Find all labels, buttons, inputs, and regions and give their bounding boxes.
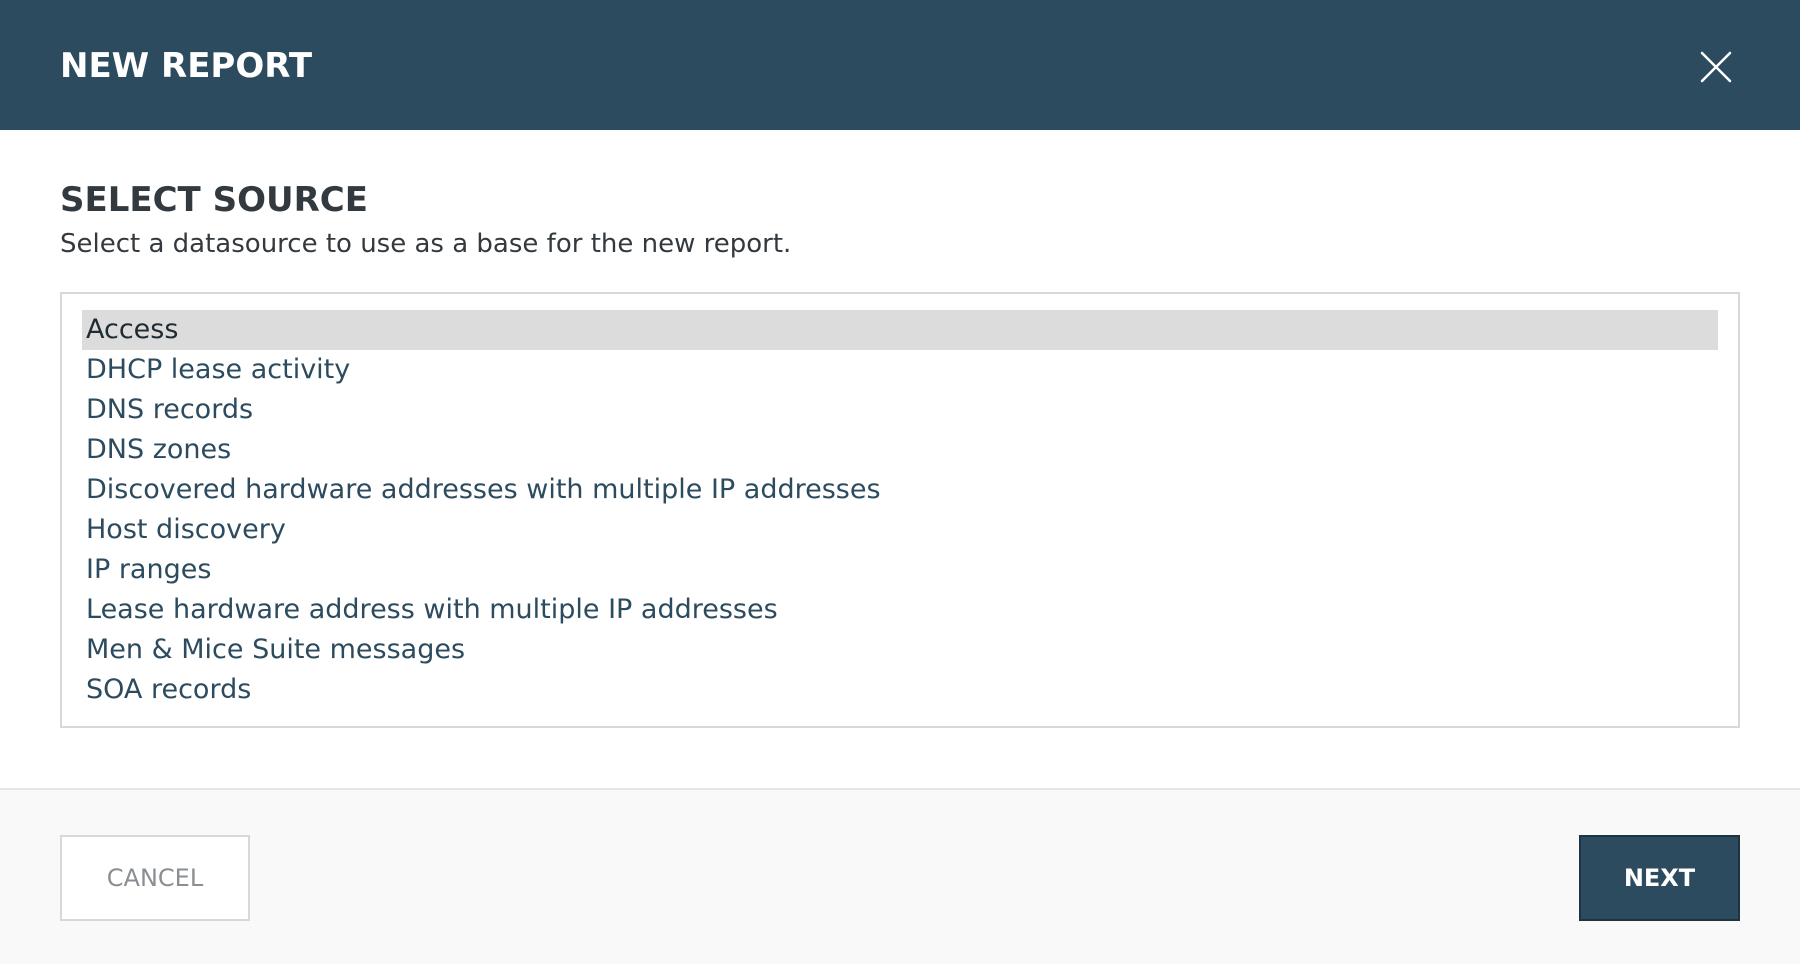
list-item[interactable]: IP ranges — [82, 550, 1718, 590]
new-report-dialog: NEW REPORT SELECT SOURCE Select a dataso… — [0, 0, 1800, 964]
close-button[interactable] — [1696, 47, 1736, 87]
list-item[interactable]: Access — [82, 310, 1718, 350]
list-item[interactable]: DNS zones — [82, 430, 1718, 470]
dialog-title: NEW REPORT — [60, 46, 313, 86]
datasource-list[interactable]: Access DHCP lease activity DNS records D… — [60, 292, 1740, 728]
cancel-button[interactable]: CANCEL — [60, 835, 250, 921]
dialog-header: NEW REPORT — [0, 0, 1800, 130]
section-subtitle: Select a datasource to use as a base for… — [60, 229, 792, 259]
list-item[interactable]: DNS records — [82, 390, 1718, 430]
list-item[interactable]: Lease hardware address with multiple IP … — [82, 590, 1718, 630]
dialog-footer: CANCEL NEXT — [0, 788, 1800, 964]
dialog-content: SELECT SOURCE Select a datasource to use… — [0, 130, 1800, 788]
list-item[interactable]: DHCP lease activity — [82, 350, 1718, 390]
next-button[interactable]: NEXT — [1579, 835, 1740, 921]
close-icon — [1700, 51, 1732, 83]
list-item[interactable]: Men & Mice Suite messages — [82, 630, 1718, 670]
section-title: SELECT SOURCE — [60, 180, 368, 220]
list-item[interactable]: SOA records — [82, 670, 1718, 710]
list-item[interactable]: Host discovery — [82, 510, 1718, 550]
list-item[interactable]: Discovered hardware addresses with multi… — [82, 470, 1718, 510]
